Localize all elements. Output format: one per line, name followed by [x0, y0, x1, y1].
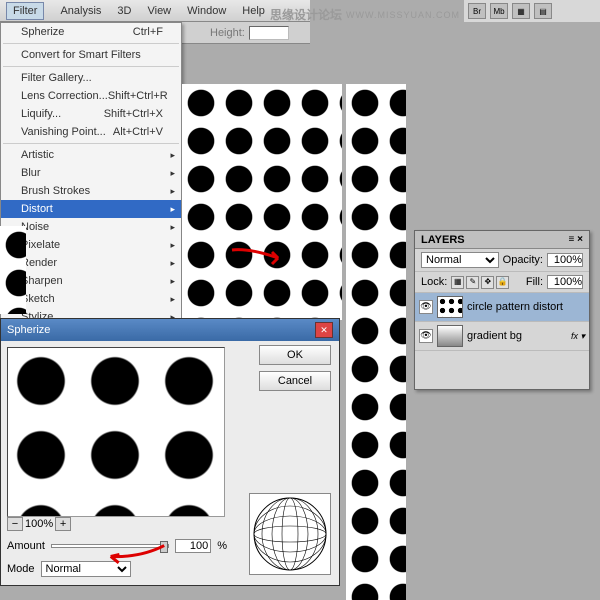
menu-view[interactable]: View: [147, 5, 171, 17]
visibility-icon[interactable]: 👁: [419, 329, 433, 343]
grid-icon[interactable]: ▦: [512, 3, 530, 19]
watermark: 思缘设计论坛 WWW.MISSYUAN.COM: [270, 6, 460, 23]
menu-distort[interactable]: Distort: [1, 200, 181, 218]
layers-panel: LAYERS≡ × Normal Opacity: Lock: ▦ ✎ ✥ 🔒 …: [414, 230, 590, 390]
zoom-controls: − 100% +: [7, 517, 71, 531]
lock-position-icon[interactable]: ✥: [481, 276, 494, 289]
panel-icon[interactable]: ▤: [534, 3, 552, 19]
close-button[interactable]: ✕: [315, 322, 333, 338]
menu-artistic[interactable]: Artistic: [1, 146, 181, 164]
separator: [3, 66, 179, 67]
menu-pixelate[interactable]: Pixelate: [1, 236, 181, 254]
bridge-icon[interactable]: Br: [468, 3, 486, 19]
fill-label: Fill:: [526, 276, 543, 288]
height-field[interactable]: [249, 26, 289, 40]
ok-button[interactable]: OK: [259, 345, 331, 365]
menu-render[interactable]: Render: [1, 254, 181, 272]
right-iconbar: Br Mb ▦ ▤: [464, 0, 600, 22]
fill-field[interactable]: [547, 275, 583, 289]
visibility-icon[interactable]: 👁: [419, 300, 433, 314]
menu-analysis[interactable]: Analysis: [60, 5, 101, 17]
menu-help[interactable]: Help: [242, 5, 265, 17]
amount-label: Amount: [7, 540, 45, 552]
panel-menu-icon[interactable]: ≡ ×: [569, 234, 583, 245]
amount-field[interactable]: [175, 539, 211, 553]
layer-row[interactable]: 👁 circle pattern distort: [415, 293, 589, 322]
dialog-titlebar[interactable]: Spherize ✕: [1, 319, 339, 341]
minibridge-icon[interactable]: Mb: [490, 3, 508, 19]
menu-3d[interactable]: 3D: [117, 5, 131, 17]
layers-tab[interactable]: LAYERS≡ ×: [415, 231, 589, 249]
menu-brush[interactable]: Brush Strokes: [1, 182, 181, 200]
opacity-label: Opacity:: [503, 254, 543, 266]
menu-filter[interactable]: Filter: [6, 2, 44, 20]
lock-icons: ▦ ✎ ✥ 🔒: [451, 276, 509, 289]
canvas-dots: [346, 84, 406, 600]
menu-window[interactable]: Window: [187, 5, 226, 17]
menu-noise[interactable]: Noise: [1, 218, 181, 236]
menu-gallery[interactable]: Filter Gallery...: [1, 69, 181, 87]
layer-thumbnail[interactable]: [437, 296, 463, 318]
lock-label: Lock:: [421, 276, 447, 288]
separator: [3, 43, 179, 44]
height-label: Height:: [210, 27, 245, 39]
cancel-button[interactable]: Cancel: [259, 371, 331, 391]
canvas-dots: [0, 226, 26, 314]
menu-lens[interactable]: Lens Correction...Shift+Ctrl+R: [1, 87, 181, 105]
separator: [3, 143, 179, 144]
menu-sketch[interactable]: Sketch: [1, 290, 181, 308]
percent-label: %: [217, 540, 227, 552]
layer-name[interactable]: circle pattern distort: [467, 301, 563, 313]
canvas-dots: [182, 84, 342, 320]
lock-pixels-icon[interactable]: ✎: [466, 276, 479, 289]
zoom-value: 100%: [25, 518, 53, 530]
blend-mode-select[interactable]: Normal: [421, 252, 499, 268]
mode-label: Mode: [7, 563, 35, 575]
zoom-out-button[interactable]: −: [7, 517, 23, 531]
preview-area[interactable]: [7, 347, 225, 517]
dialog-title: Spherize: [7, 324, 50, 336]
layer-thumbnail[interactable]: [437, 325, 463, 347]
menu-last-filter[interactable]: SpherizeCtrl+F: [1, 23, 181, 41]
opacity-field[interactable]: [547, 253, 583, 267]
menu-liquify[interactable]: Liquify...Shift+Ctrl+X: [1, 105, 181, 123]
sphere-preview: [249, 493, 331, 575]
lock-transparent-icon[interactable]: ▦: [451, 276, 464, 289]
zoom-in-button[interactable]: +: [55, 517, 71, 531]
menu-blur[interactable]: Blur: [1, 164, 181, 182]
lock-all-icon[interactable]: 🔒: [496, 276, 509, 289]
menu-vanish[interactable]: Vanishing Point...Alt+Ctrl+V: [1, 123, 181, 141]
menu-smart[interactable]: Convert for Smart Filters: [1, 46, 181, 64]
menu-sharpen[interactable]: Sharpen: [1, 272, 181, 290]
layer-row[interactable]: 👁 gradient bg fx ▾: [415, 322, 589, 351]
annotation-arrow: [230, 248, 290, 268]
app-menubar: Filter Analysis 3D View Window Help: [0, 0, 310, 22]
fx-badge[interactable]: fx ▾: [571, 331, 585, 342]
layer-name[interactable]: gradient bg: [467, 330, 522, 342]
